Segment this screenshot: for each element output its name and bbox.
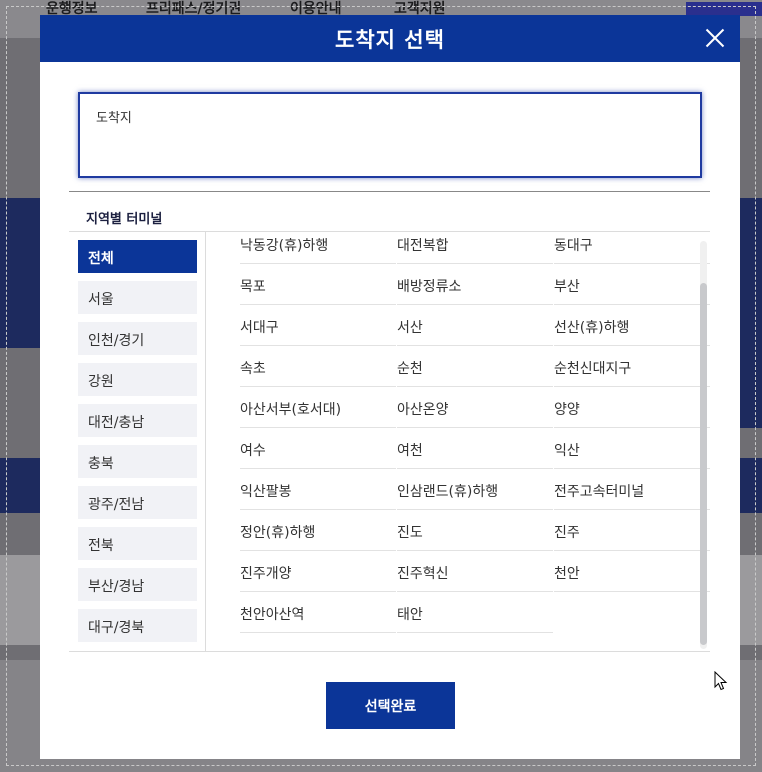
terminal-item[interactable]: 아산서부(호서대): [240, 387, 396, 428]
terminal-list: 낙동강(휴)하행 대전복합 동대구 목포 배방정류소 부산 서대구 서산 선산(휴)하행 속초 순천…: [240, 233, 710, 651]
terminal-item[interactable]: 진도: [397, 510, 553, 551]
terminal-item[interactable]: 천안아산역: [240, 592, 396, 633]
bg-banner-right: [740, 348, 762, 428]
destination-modal: 도착지 선택 도착지 지역별 터미널 전체서울인천/경기강원대전/충남충북광주/…: [40, 15, 740, 759]
bg-nav-badge: [686, 2, 762, 16]
terminal-item[interactable]: 낙동강(휴)하행: [240, 233, 396, 264]
confirm-button[interactable]: 선택완료: [326, 682, 455, 729]
section-label: 지역별 터미널: [86, 212, 163, 227]
region-item[interactable]: 대전/충남: [78, 404, 197, 437]
region-item[interactable]: 전체: [78, 240, 197, 273]
destination-label: 도착지: [96, 111, 132, 126]
modal-header: 도착지 선택: [40, 15, 740, 62]
terminal-item[interactable]: 익산: [554, 428, 710, 469]
terminal-item[interactable]: 전주고속터미널: [554, 469, 710, 510]
mouse-cursor-icon: [714, 671, 728, 691]
bg-card: [740, 555, 762, 645]
region-item[interactable]: 전북: [78, 527, 197, 560]
terminal-item[interactable]: 배방정류소: [397, 264, 553, 305]
terminal-item[interactable]: 태안: [397, 592, 553, 633]
close-icon[interactable]: [702, 25, 728, 51]
region-item[interactable]: 광주/전남: [78, 486, 197, 519]
terminal-item[interactable]: 순천신대지구: [554, 346, 710, 387]
terminal-item[interactable]: 대전복합: [397, 233, 553, 264]
region-item[interactable]: 부산/경남: [78, 568, 197, 601]
bg-card: [0, 555, 40, 645]
terminal-item[interactable]: 진주개양: [240, 551, 396, 592]
scrollbar-thumb[interactable]: [700, 283, 707, 645]
terminal-item[interactable]: 양양: [554, 387, 710, 428]
region-item[interactable]: 인천/경기: [78, 322, 197, 355]
scrollbar[interactable]: [700, 241, 707, 649]
terminal-item[interactable]: 여수: [240, 428, 396, 469]
terminal-item[interactable]: 익산팔봉: [240, 469, 396, 510]
divider: [69, 651, 710, 652]
terminal-item[interactable]: 동대구: [554, 233, 710, 264]
region-item[interactable]: 충북: [78, 445, 197, 478]
terminal-item[interactable]: 속초: [240, 346, 396, 387]
divider: [69, 231, 710, 232]
destination-field[interactable]: 도착지: [78, 92, 702, 178]
terminal-item[interactable]: 여천: [397, 428, 553, 469]
terminal-item[interactable]: 서산: [397, 305, 553, 346]
terminal-item[interactable]: 선산(휴)하행: [554, 305, 710, 346]
region-list: 전체서울인천/경기강원대전/충남충북광주/전남전북부산/경남대구/경북: [78, 240, 197, 650]
terminal-item[interactable]: 서대구: [240, 305, 396, 346]
modal-title: 도착지 선택: [335, 27, 445, 52]
terminal-item[interactable]: 부산: [554, 264, 710, 305]
divider: [69, 191, 710, 192]
terminal-item[interactable]: 아산온양: [397, 387, 553, 428]
terminal-item[interactable]: 인삼랜드(휴)하행: [397, 469, 553, 510]
region-item[interactable]: 강원: [78, 363, 197, 396]
terminal-item[interactable]: 순천: [397, 346, 553, 387]
region-item[interactable]: 대구/경북: [78, 609, 197, 642]
region-item[interactable]: 서울: [78, 281, 197, 314]
terminal-item[interactable]: 진주: [554, 510, 710, 551]
terminal-item[interactable]: 진주혁신: [397, 551, 553, 592]
terminal-item[interactable]: 천안: [554, 551, 710, 592]
divider-vertical: [205, 231, 206, 651]
terminal-item[interactable]: 목포: [240, 264, 396, 305]
terminal-item[interactable]: 정안(휴)하행: [240, 510, 396, 551]
